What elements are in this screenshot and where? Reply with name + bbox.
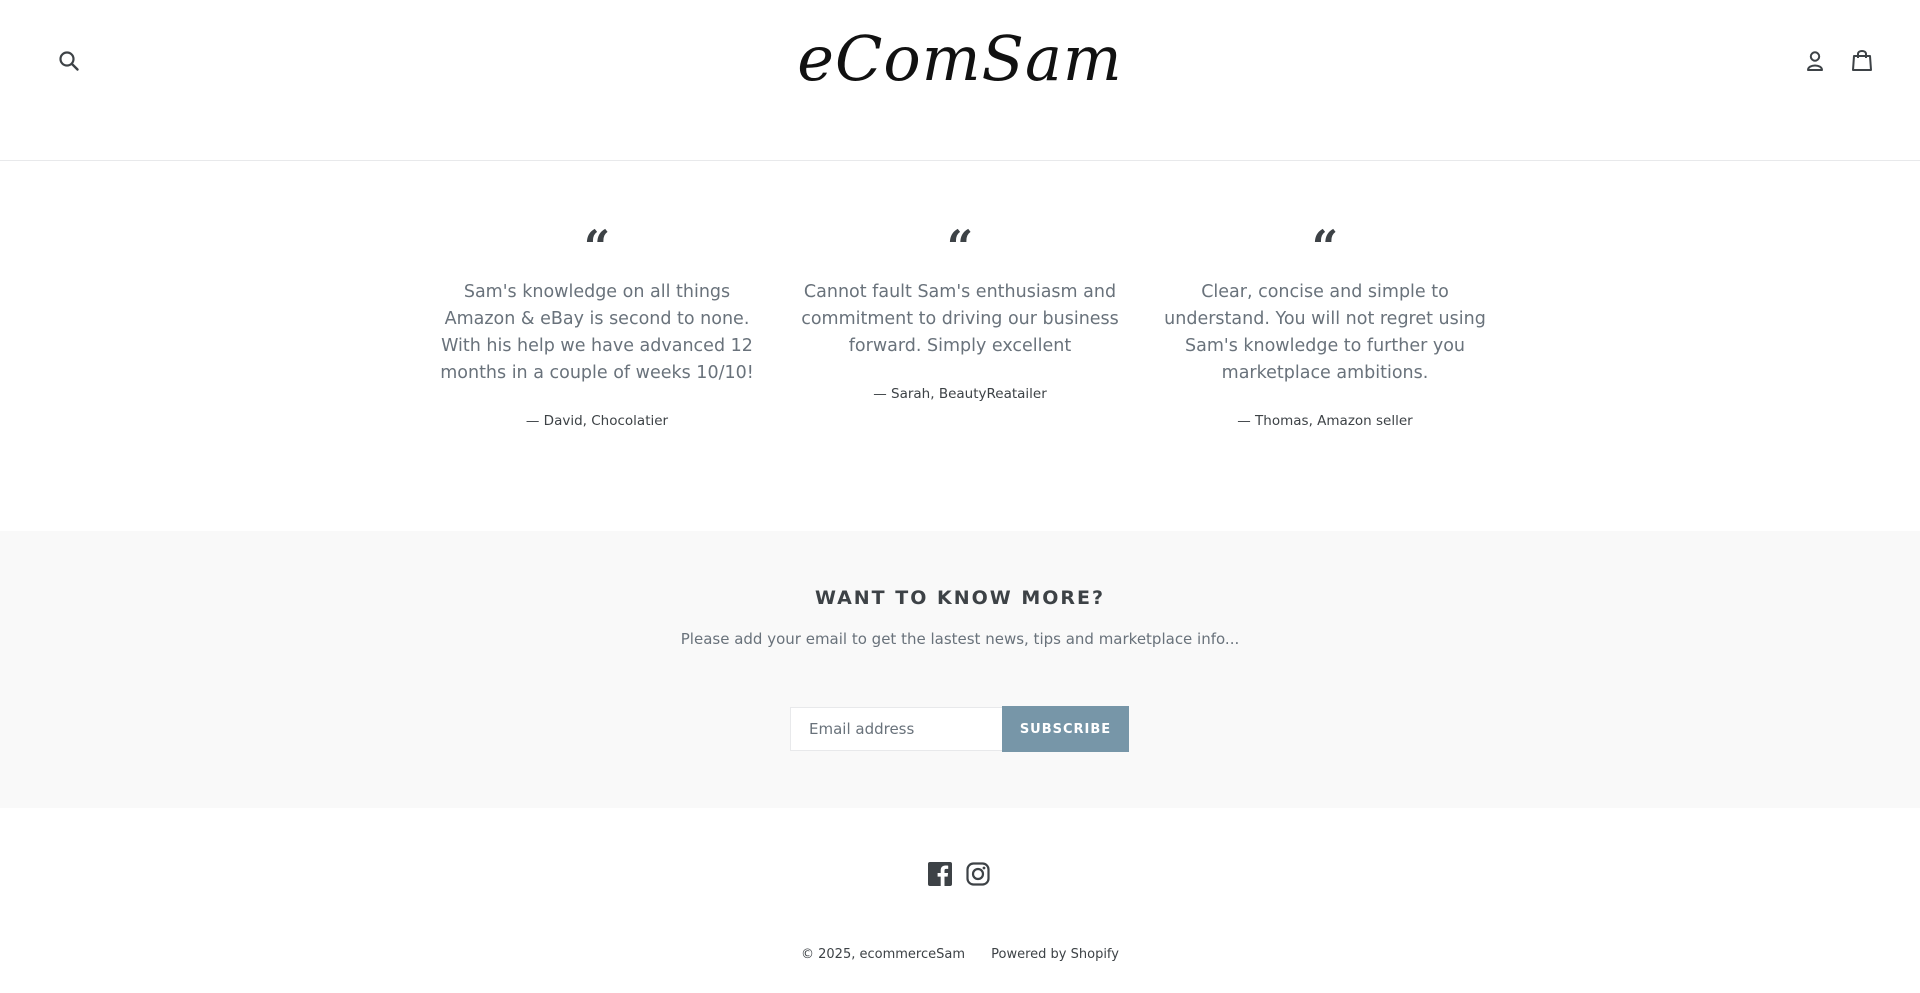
site-header: eComSam	[0, 0, 1920, 161]
testimonial-text: Clear, concise and simple to understand.…	[1164, 282, 1486, 383]
testimonial-author: — Thomas, Amazon seller	[1237, 413, 1413, 429]
newsletter-section: WANT TO KNOW MORE? Please add your email…	[0, 531, 1920, 808]
newsletter-subtitle: Please add your email to get the lastest…	[680, 630, 1240, 648]
testimonial-author: — Sarah, BeautyReatailer	[873, 386, 1047, 402]
newsletter-form: SUBSCRIBE	[790, 706, 1129, 752]
quote-mark-icon: “	[946, 220, 974, 255]
email-input[interactable]	[790, 707, 1002, 751]
user-icon	[1807, 51, 1823, 71]
copyright-link[interactable]: © 2025, ecommerceSam	[801, 947, 965, 962]
cart-button[interactable]	[1849, 46, 1875, 74]
testimonial-text: Sam's knowledge on all things Amazon & e…	[440, 282, 754, 383]
testimonial-card: “ Cannot fault Sam's enthusiasm and comm…	[795, 217, 1125, 402]
subscribe-button[interactable]: SUBSCRIBE	[1002, 706, 1129, 752]
social-links	[928, 862, 990, 886]
quote-mark-icon: “	[1311, 220, 1339, 255]
copyright-line: © 2025, ecommerceSam Powered by Shopify	[0, 947, 1920, 962]
newsletter-title: WANT TO KNOW MORE?	[814, 587, 1106, 609]
facebook-icon	[928, 862, 952, 886]
powered-by-link[interactable]: Powered by Shopify	[991, 947, 1119, 962]
testimonial-card: “ Clear, concise and simple to understan…	[1160, 217, 1490, 429]
testimonial-author: — David, Chocolatier	[525, 413, 669, 429]
quote-mark-icon: “	[583, 220, 611, 255]
cart-icon	[1852, 50, 1872, 71]
site-logo[interactable]: eComSam	[0, 22, 1920, 95]
testimonial-card: “ Sam's knowledge on all things Amazon &…	[432, 217, 762, 429]
account-button[interactable]	[1803, 48, 1827, 74]
testimonials-section: “ Sam's knowledge on all things Amazon &…	[0, 161, 1920, 531]
site-footer: © 2025, ecommerceSam Powered by Shopify	[0, 808, 1920, 993]
testimonial-text: Cannot fault Sam's enthusiasm and commit…	[801, 282, 1119, 356]
instagram-icon	[966, 862, 990, 886]
instagram-link[interactable]	[966, 862, 990, 886]
facebook-link[interactable]	[928, 862, 952, 886]
